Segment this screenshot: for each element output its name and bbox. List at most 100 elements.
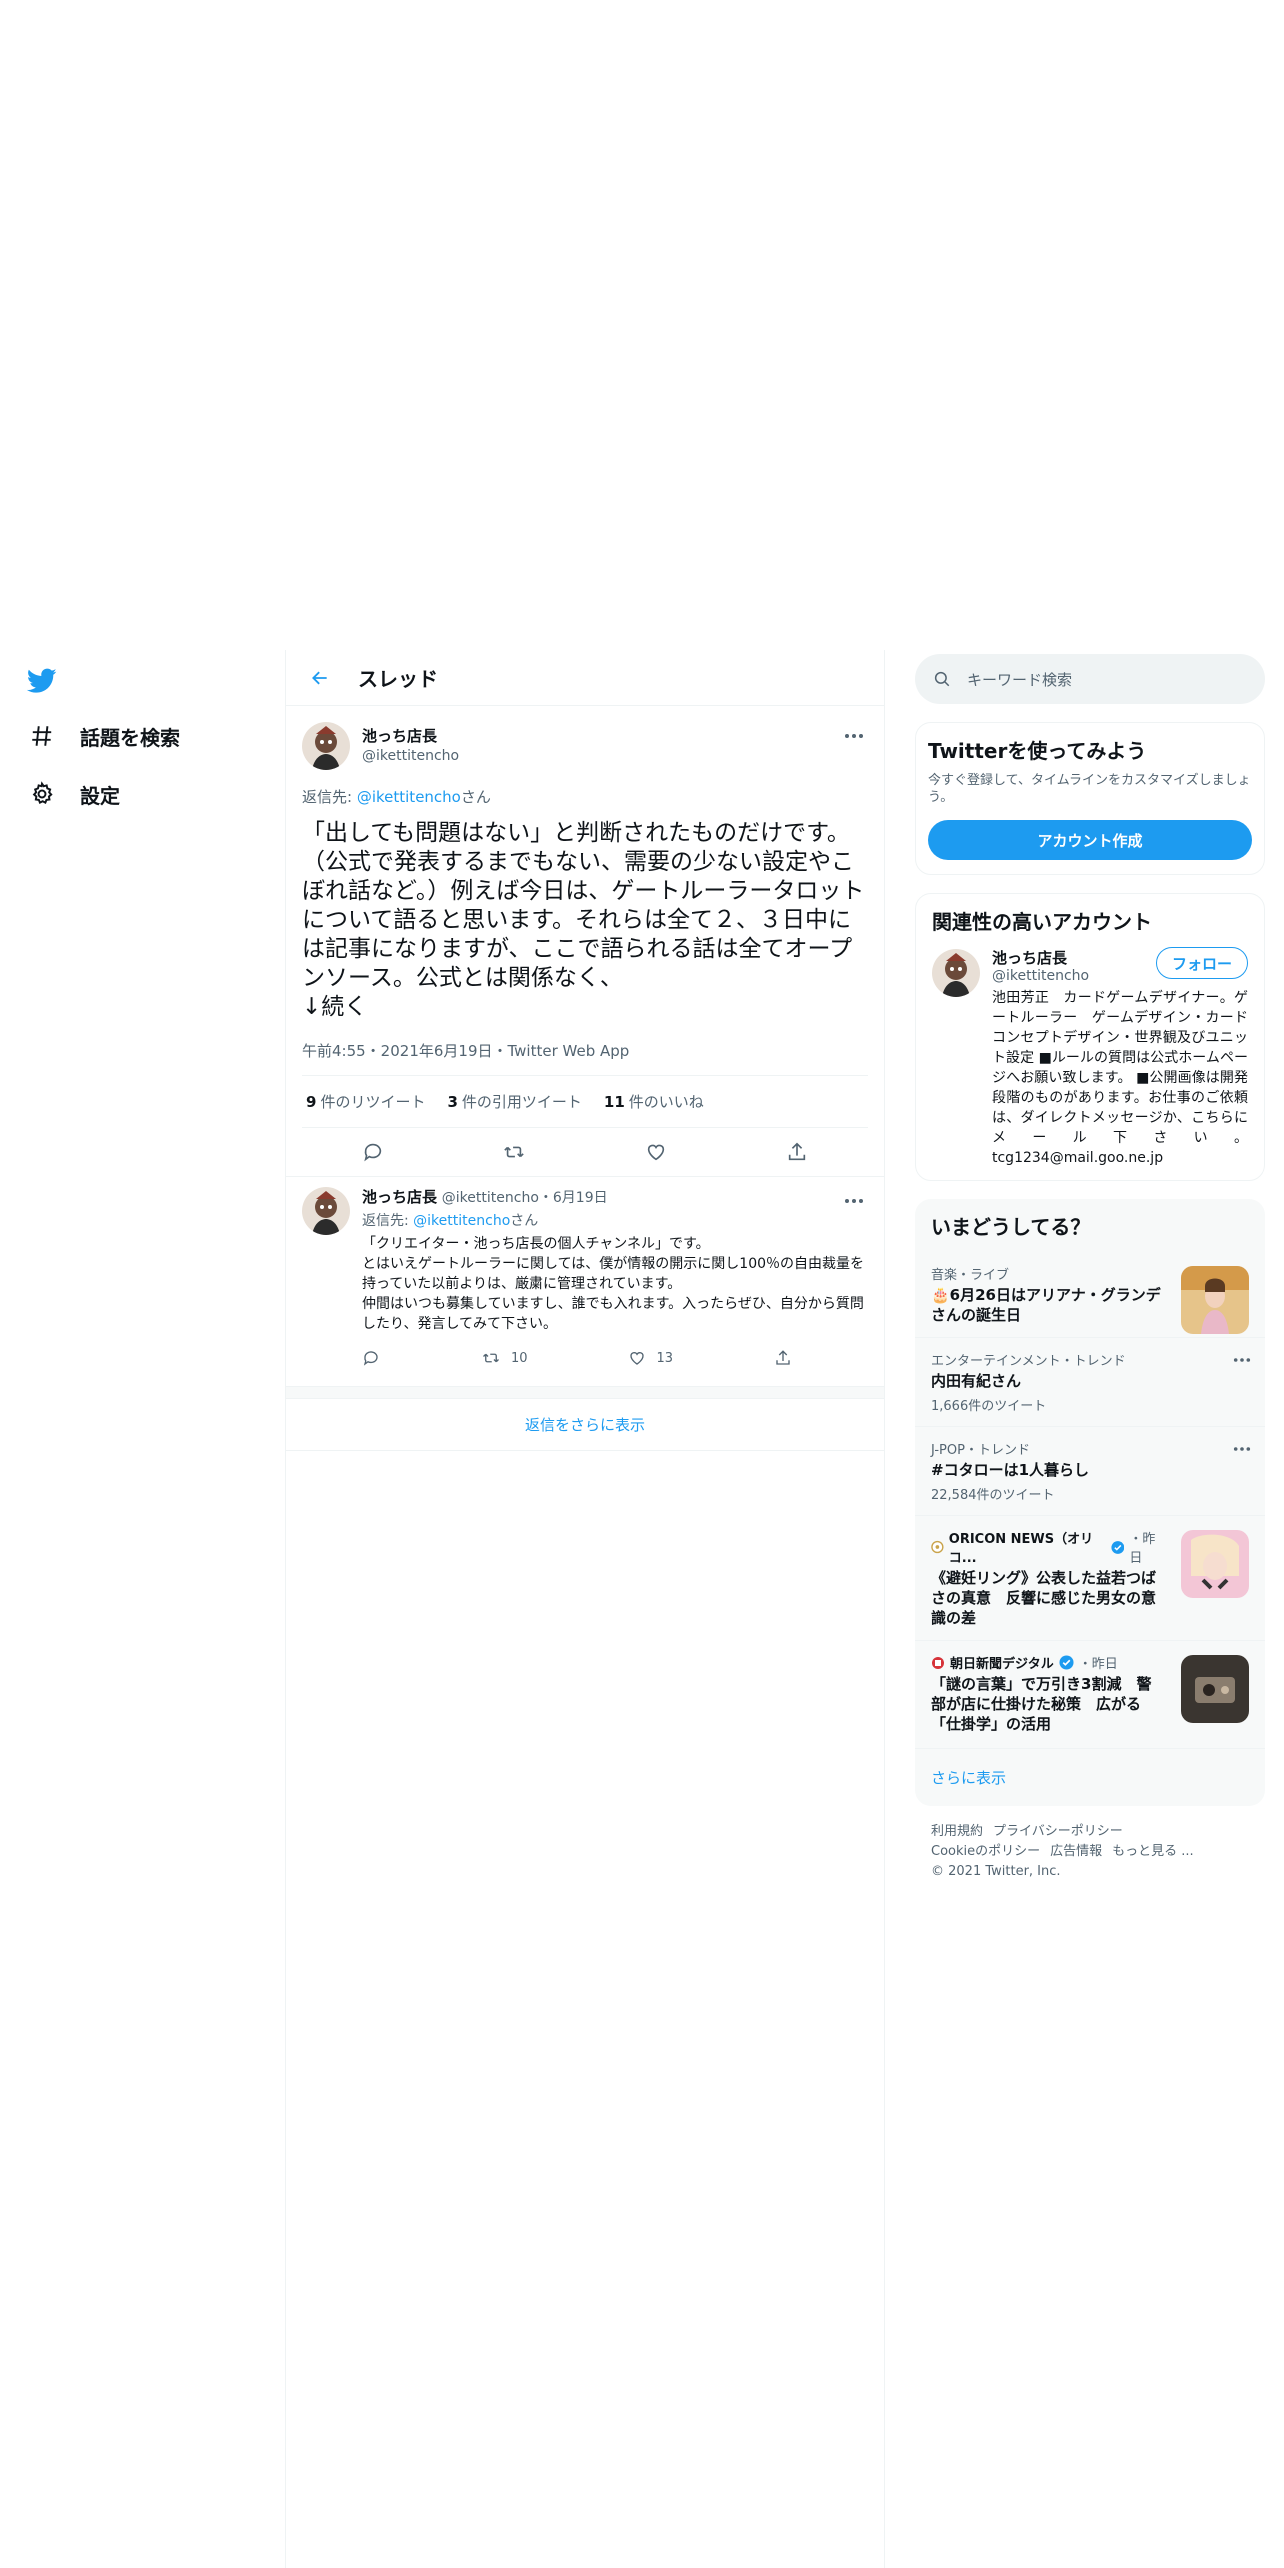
hashtag-icon (16, 710, 68, 762)
handle[interactable]: @ikettitencho (442, 1190, 539, 1206)
search-placeholder: キーワード検索 (967, 670, 1073, 689)
footer-link-terms[interactable]: 利用規約 (931, 1824, 983, 1839)
nav-settings[interactable]: 設定 (20, 765, 270, 823)
reply-icon[interactable] (354, 1133, 392, 1171)
news-item[interactable]: 朝日新聞デジタル ・昨日 「謎の言葉」で万引き3割減 警部が店に仕掛けた秘策 広… (915, 1641, 1265, 1749)
trend-title: #コタローは1人暮らし (931, 1461, 1090, 1479)
footer-link-more[interactable]: もっと見る ... (1112, 1844, 1194, 1859)
more-options-icon[interactable] (840, 724, 868, 748)
quotes-stat[interactable]: 3 件の引用ツイート (447, 1091, 581, 1112)
share-button[interactable] (774, 1349, 792, 1367)
related-accounts-title: 関連性の高いアカウント (932, 910, 1152, 934)
likes-count: 11 (603, 1093, 625, 1111)
user-bio: 池田芳正 カードゲームデザイナー。ゲートルーラー ゲームデザイン・カードコンセプ… (992, 990, 1248, 1166)
avatar[interactable] (932, 949, 980, 997)
news-time: ・昨日 (1078, 1657, 1118, 1672)
handle[interactable]: @ikettitencho (362, 746, 459, 766)
nav-explore-label: 話題を検索 (80, 725, 180, 750)
tweet-author: 池っち店長 @ikettitencho (302, 718, 868, 774)
share-icon[interactable] (778, 1133, 816, 1171)
avatar[interactable] (302, 722, 350, 770)
footer-link-privacy[interactable]: プライバシーポリシー (993, 1824, 1123, 1839)
retweet-icon[interactable] (495, 1133, 533, 1171)
display-name[interactable]: 池っち店長 (362, 726, 459, 746)
gear-icon (16, 768, 68, 820)
divider (286, 1387, 884, 1399)
thread-column: スレッド 池っち店長 @ikettitencho 返信先: @ikettiten… (285, 650, 885, 2568)
footer-link-ads[interactable]: 広告情報 (1050, 1844, 1102, 1859)
reply-to-prefix: 返信先: (302, 788, 357, 806)
nav-settings-label: 設定 (80, 783, 120, 808)
main-tweet: 池っち店長 @ikettitencho 返信先: @ikettitenchoさん… (286, 706, 884, 1177)
tweet-timestamp[interactable]: 午前4:55・2021年6月19日・Twitter Web App (302, 1026, 868, 1076)
search-icon (934, 671, 950, 687)
more-options-icon[interactable] (1233, 1348, 1251, 1367)
news-source: 朝日新聞デジタル ・昨日 (931, 1653, 1165, 1672)
tweet-text: 「出しても問題はない」と判断されたものだけです。（公式で発表するまでもない、需要… (302, 820, 865, 1020)
reply-to-suffix: さん (510, 1213, 539, 1229)
trends-card: いまどうしてる？ 音楽・ライブ 🎂6月26日はアリアナ・グランデさんの誕生日 エ… (915, 1199, 1265, 1806)
news-thumbnail (1181, 1655, 1249, 1723)
reply-button[interactable] (362, 1349, 380, 1367)
reply-mention-link[interactable]: @ikettitencho (357, 788, 461, 806)
like-icon[interactable] (637, 1133, 675, 1171)
reply-actions: 10 13 (362, 1342, 792, 1374)
retweets-stat[interactable]: 9 件のリツイート (306, 1091, 425, 1112)
signup-description: 今すぐ登録して、タイムラインをカスタマイズしましょう。 (928, 773, 1251, 805)
retweet-count: 10 (510, 1350, 528, 1366)
thread-header: スレッド (286, 650, 884, 706)
news-thumbnail (1181, 1530, 1249, 1598)
news-source: ORICON NEWS（オリコ... ・昨日 (931, 1528, 1165, 1566)
search-input[interactable]: キーワード検索 (915, 654, 1265, 704)
quotes-label: 件の引用ツイート (461, 1093, 582, 1111)
avatar[interactable] (302, 1187, 350, 1235)
tweet-actions (302, 1128, 868, 1176)
news-title: 《避妊リング》公表した益若つばさの真意 反響に感じた男女の意識の差 (931, 1569, 1157, 1627)
trend-item[interactable]: 音楽・ライブ 🎂6月26日はアリアナ・グランデさんの誕生日 (915, 1252, 1265, 1338)
create-account-button[interactable]: アカウント作成 (928, 820, 1252, 860)
page-title: スレッド (358, 667, 438, 691)
signup-title: Twitterを使ってみよう (928, 739, 1147, 763)
twitter-logo-icon[interactable] (16, 655, 68, 707)
follow-button[interactable]: フォロー (1156, 947, 1248, 979)
news-title: 「謎の言葉」で万引き3割減 警部が店に仕掛けた秘策 広がる「仕掛学」の活用 (931, 1675, 1152, 1733)
reply-to-suffix: さん (460, 788, 491, 806)
trend-title: 内田有紀さん (931, 1372, 1022, 1390)
news-item[interactable]: ORICON NEWS（オリコ... ・昨日 《避妊リング》公表した益若つばさの… (915, 1516, 1265, 1641)
trend-category: 音楽・ライブ (931, 1268, 1010, 1283)
copyright: © 2021 Twitter, Inc. (931, 1864, 1061, 1879)
like-count: 13 (656, 1350, 674, 1366)
nav-explore[interactable]: 話題を検索 (20, 707, 270, 765)
reply-mention-link[interactable]: @ikettitencho (413, 1213, 510, 1229)
trend-item[interactable]: エンターテインメント・トレンド 内田有紀さん 1,666件のツイート (915, 1338, 1265, 1427)
likes-stat[interactable]: 11 件のいいね (604, 1091, 704, 1112)
tweet-date[interactable]: ・6月19日 (539, 1190, 608, 1206)
verified-badge-icon (1111, 1540, 1124, 1554)
reply-icon (363, 1351, 378, 1366)
retweets-label: 件のリツイート (320, 1093, 426, 1111)
footer-link-cookies[interactable]: Cookieのポリシー (931, 1844, 1040, 1859)
show-more-replies-link[interactable]: 返信をさらに表示 (286, 1399, 884, 1451)
retweet-button[interactable]: 10 (481, 1349, 528, 1367)
more-options-icon[interactable] (840, 1189, 868, 1213)
like-icon (630, 1352, 645, 1365)
reply-text: 「クリエイター・池っち店長の個人チャンネル」です。 とはいえゲートルーラーに関し… (362, 1236, 865, 1332)
trend-count: 1,666件のツイート (931, 1399, 1047, 1414)
trend-category: エンターテインメント・トレンド (931, 1354, 1126, 1369)
reply-author: 池っち店長 @ikettitencho・6月19日 (362, 1187, 868, 1208)
trends-title: いまどうしてる？ (931, 1215, 1091, 1239)
back-arrow-icon[interactable] (302, 660, 338, 696)
reply-tweet[interactable]: 池っち店長 @ikettitencho・6月19日 返信先: @ikettite… (286, 1177, 884, 1387)
like-button[interactable]: 13 (628, 1349, 673, 1367)
related-user[interactable]: 池っち店長 @ikettitencho 池田芳正 カードゲームデザイナー。ゲート… (916, 947, 1264, 1180)
display-name[interactable]: 池っち店長 (362, 1188, 437, 1206)
reply-to: 返信先: @ikettitenchoさん (302, 786, 868, 807)
retweet-icon (482, 1353, 499, 1363)
more-options-icon[interactable] (1233, 1437, 1251, 1456)
reply-to-prefix: 返信先: (362, 1213, 414, 1229)
reply-to: 返信先: @ikettitenchoさん (362, 1210, 868, 1230)
trend-item[interactable]: J-POP・トレンド #コタローは1人暮らし 22,584件のツイート (915, 1427, 1265, 1516)
likes-label: 件のいいね (628, 1093, 704, 1111)
source-logo-icon (931, 1540, 944, 1554)
show-more-link[interactable]: さらに表示 (915, 1749, 1265, 1806)
